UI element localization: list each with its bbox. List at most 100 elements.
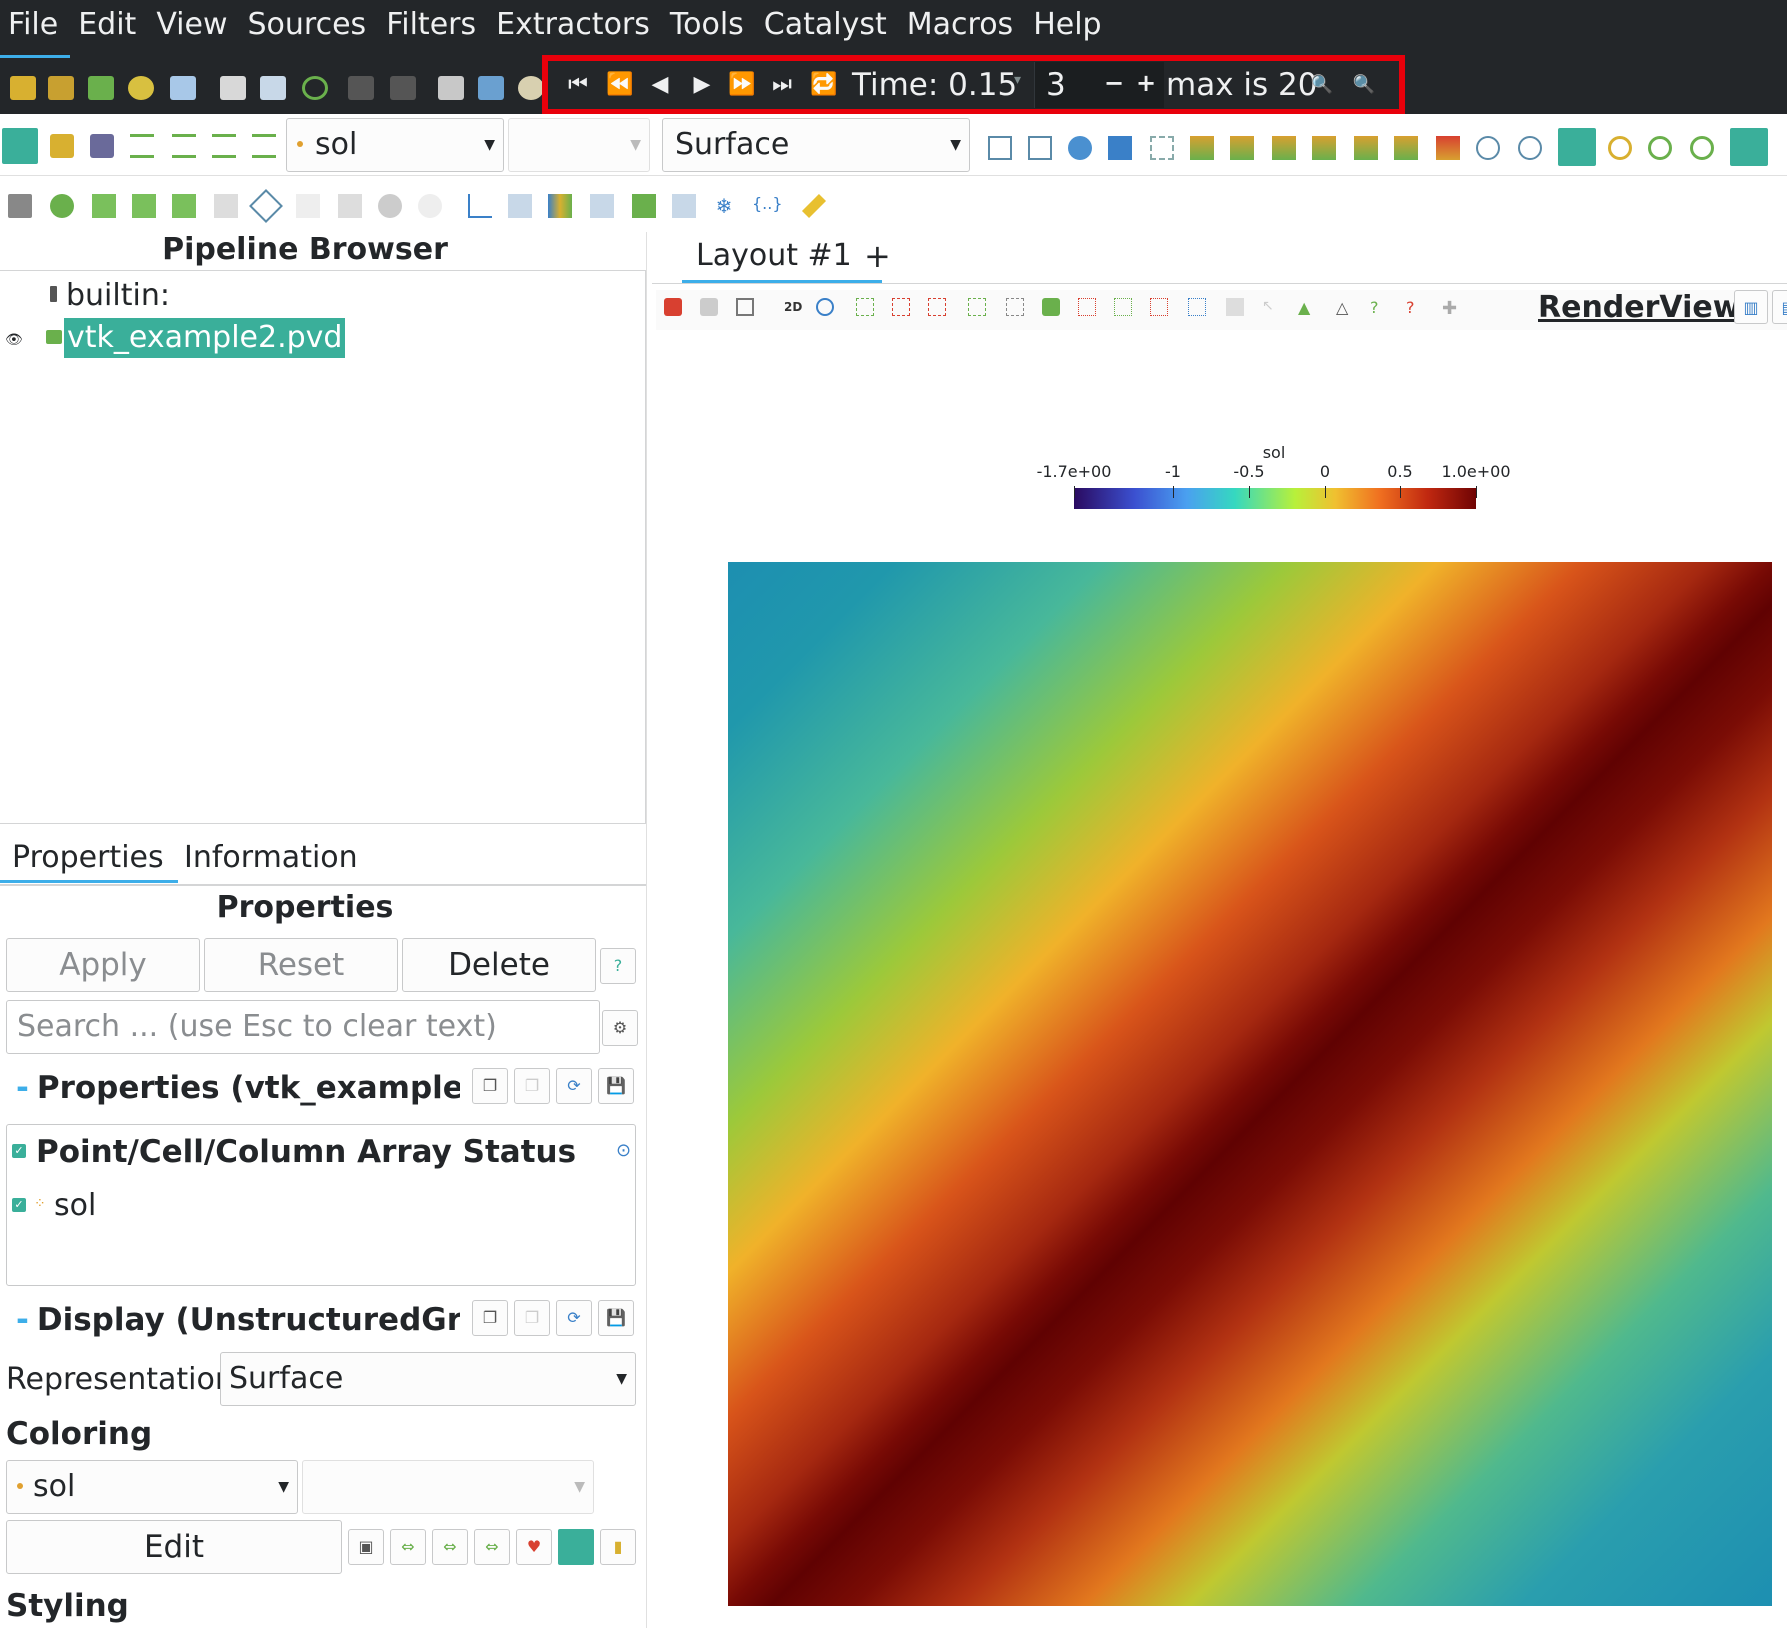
palette-icon[interactable] [518, 76, 544, 100]
reset-camera-icon[interactable] [988, 136, 1012, 160]
rendered-surface[interactable] [728, 562, 1772, 1606]
rescale-visible-icon[interactable] [172, 134, 196, 158]
color-legend-toggle-icon[interactable] [2, 128, 38, 164]
array-combo[interactable]: sol ▼ [286, 118, 504, 172]
time-display[interactable]: Time: 0.15 [852, 64, 1017, 106]
plot-over-line-icon[interactable] [468, 194, 492, 218]
next-frame-icon[interactable]: ⏩ [728, 72, 756, 98]
zoom-time-plus-icon[interactable]: 🔍 [1350, 72, 1378, 98]
panel-splitter[interactable] [646, 232, 656, 1628]
shrink-selection-icon[interactable] [1188, 298, 1206, 316]
restore-icon[interactable] [700, 298, 718, 316]
camera-redo-icon[interactable] [478, 76, 504, 100]
hover-points-icon[interactable] [1078, 298, 1096, 316]
contour-icon[interactable] [50, 194, 74, 218]
warp-vector-icon[interactable] [338, 194, 362, 218]
save-data-icon[interactable] [88, 76, 114, 100]
set-view-direction-plus-x-icon[interactable] [1190, 136, 1214, 160]
options-icon[interactable]: ⊙ [616, 1140, 631, 1161]
plot-selection-icon[interactable] [508, 194, 532, 218]
component-combo[interactable]: ▼ [508, 118, 650, 172]
play-icon[interactable]: ▶ [688, 72, 716, 98]
select-frustum-icon[interactable] [968, 298, 986, 316]
section-display-header[interactable]: -Display (UnstructuredGridRep [16, 1298, 460, 1342]
center-axes-icon[interactable] [1608, 136, 1632, 160]
tooltip-cells-icon[interactable]: ? [1370, 298, 1388, 317]
zoom-to-box-icon[interactable] [1150, 136, 1174, 160]
reset-session-icon[interactable] [302, 76, 328, 100]
tab-properties[interactable]: Properties [0, 836, 178, 883]
rescale-custom-icon[interactable]: ⇔ [390, 1529, 426, 1565]
rescale-all-icon[interactable] [252, 134, 276, 158]
copy-icon[interactable]: ❐ [472, 1068, 508, 1104]
tab-information[interactable]: Information [184, 836, 358, 880]
representation-select[interactable]: Surface ▼ [220, 1352, 636, 1406]
choose-preset-icon[interactable]: ♥ [516, 1529, 552, 1565]
timestep-value[interactable]: 3 [1046, 64, 1066, 106]
show-block-icon[interactable]: ▲ [1298, 298, 1316, 317]
first-frame-icon[interactable]: ⏮ [564, 72, 592, 98]
coloring-array-select[interactable]: sol ▼ [6, 1460, 298, 1514]
menu-filters[interactable]: Filters [378, 0, 488, 58]
refresh-icon[interactable]: ⟳ [556, 1300, 592, 1336]
set-view-direction-plus-z-icon[interactable] [1354, 136, 1378, 160]
camera-icon[interactable] [736, 298, 754, 316]
select-polygon-icon[interactable] [1006, 298, 1024, 316]
hide-block-icon[interactable]: △ [1336, 298, 1354, 317]
redo-icon[interactable] [390, 76, 416, 100]
reset-center-icon[interactable] [1690, 136, 1714, 160]
loop-icon[interactable]: 🔁 [810, 72, 838, 98]
save-icon[interactable]: 💾 [598, 1068, 634, 1104]
pipeline-item-vtk-example2[interactable]: vtk_example2.pvd [64, 318, 346, 358]
rescale-temporal-icon[interactable]: ⇔ [474, 1529, 510, 1565]
split-horizontal-icon[interactable]: ▥ [1734, 290, 1768, 324]
clip-icon[interactable] [92, 194, 116, 218]
previous-frame-icon[interactable]: ⏪ [606, 72, 634, 98]
reset-range-icon[interactable]: ▣ [348, 1529, 384, 1565]
save-state-icon[interactable] [128, 76, 154, 100]
extract-subset-icon[interactable] [214, 194, 238, 218]
ruler-icon[interactable] [801, 193, 827, 219]
grow-selection-icon[interactable] [1150, 298, 1168, 316]
timestep-decrement-button[interactable]: − [1104, 66, 1124, 100]
set-view-direction-plus-y-icon[interactable] [1272, 136, 1296, 160]
apply-button[interactable]: Apply [6, 938, 200, 992]
python-calculator-icon[interactable]: {..} [752, 194, 783, 218]
delete-button[interactable]: Delete [402, 938, 596, 992]
2d-toggle-icon[interactable]: 2D [784, 300, 802, 314]
refresh-icon[interactable]: ⟳ [556, 1068, 592, 1104]
connect-icon[interactable] [170, 76, 196, 100]
zoom-closest-icon[interactable] [1108, 136, 1132, 160]
menu-view[interactable]: View [148, 0, 239, 58]
interactive-select-icon[interactable] [1042, 298, 1060, 316]
properties-search-input[interactable]: Search ... (use Esc to clear text) [6, 1000, 600, 1054]
threshold-icon[interactable] [172, 194, 196, 218]
menu-file[interactable]: File [0, 0, 71, 58]
glyph-icon[interactable] [249, 189, 283, 223]
menu-help[interactable]: Help [1025, 0, 1113, 58]
rescale-visible-icon[interactable]: ⇔ [432, 1529, 468, 1565]
render-view-title[interactable]: RenderView1 [1538, 288, 1761, 328]
histogram-icon[interactable] [548, 194, 572, 218]
sol-array-checkbox[interactable]: ✓ [12, 1198, 26, 1212]
help-button[interactable]: ? [600, 948, 636, 984]
capture-screenshot-icon[interactable] [664, 298, 682, 316]
representation-combo[interactable]: Surface ▼ [662, 118, 970, 172]
tab-layout-1[interactable]: Layout #1 [682, 232, 882, 283]
zoom-icon[interactable] [816, 298, 834, 316]
disconnect-icon[interactable] [220, 76, 246, 100]
paste-icon[interactable]: ❐ [514, 1300, 550, 1336]
add-icon[interactable]: ✚ [1442, 298, 1460, 319]
gear-icon[interactable]: ⚙ [602, 1010, 638, 1046]
slice-icon[interactable] [132, 194, 156, 218]
select-block-icon[interactable] [928, 298, 946, 316]
split-vertical-icon[interactable]: ▤ [1772, 290, 1787, 324]
save-icon[interactable]: 💾 [598, 1300, 634, 1336]
center-visibility-toggle-icon[interactable] [1730, 128, 1768, 166]
reset-camera-closest-icon[interactable] [1028, 136, 1052, 160]
zoom-to-data-icon[interactable] [1068, 136, 1092, 160]
zoom-time-icon[interactable]: 🔍 [1308, 72, 1336, 98]
menu-macros[interactable]: Macros [899, 0, 1025, 58]
copy-icon[interactable]: ❐ [472, 1300, 508, 1336]
reverse-play-icon[interactable]: ◀ [646, 72, 674, 98]
